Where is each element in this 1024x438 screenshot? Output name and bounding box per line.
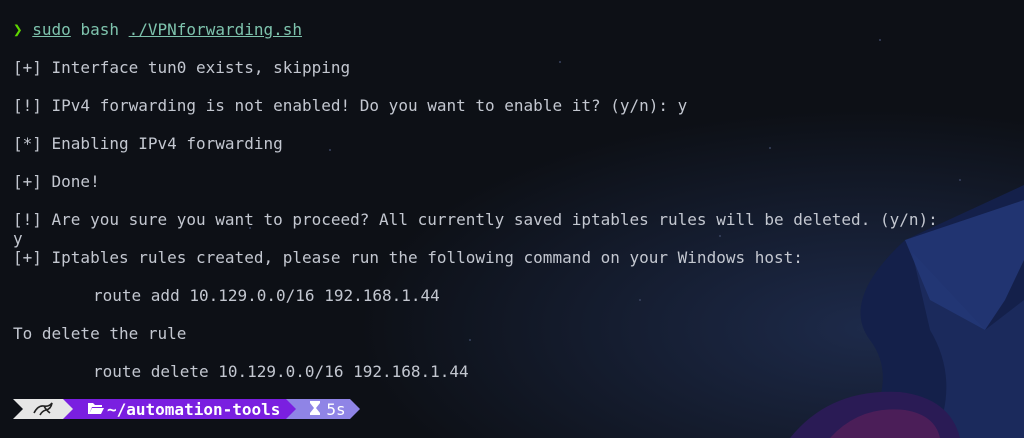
output-line: [!] Are you sure you want to proceed? Al…	[13, 210, 938, 229]
kali-dragon-icon	[23, 399, 63, 419]
output-line: [!] IPv4 forwarding is not enabled! Do y…	[13, 96, 688, 115]
output-line: [+] Interface tun0 exists, skipping	[13, 58, 351, 77]
command-script: ./VPNforwarding.sh	[128, 20, 303, 39]
folder-open-icon	[87, 400, 105, 419]
command-duration: 5s	[296, 399, 350, 419]
current-directory: ~/automation-tools	[73, 399, 287, 419]
powerline-lead	[13, 399, 23, 419]
route-delete-command: route delete 10.129.0.0/16 192.168.1.44	[93, 362, 469, 381]
command-sudo: sudo	[32, 20, 71, 39]
command-line: ❯ sudo bash ./VPNforwarding.sh	[13, 20, 302, 40]
output-line: [+] Done!	[13, 172, 100, 191]
powerline-prompt: ~/automation-tools 5s	[13, 399, 360, 419]
powerline-separator	[286, 399, 297, 419]
output-line: To delete the rule	[13, 324, 187, 343]
directory-path: ~/automation-tools	[107, 399, 281, 419]
output-line: y	[13, 229, 23, 248]
powerline-end	[349, 399, 360, 419]
command-bash: bash	[80, 20, 119, 39]
output-line: [*] Enabling IPv4 forwarding	[13, 134, 283, 153]
hourglass-icon	[310, 400, 321, 419]
output-line: [+] Iptables rules created, please run t…	[13, 248, 803, 267]
prompt-arrow-icon: ❯	[13, 20, 23, 39]
duration-value: 5s	[326, 399, 346, 419]
powerline-separator	[63, 399, 73, 419]
route-add-command: route add 10.129.0.0/16 192.168.1.44	[93, 286, 440, 305]
